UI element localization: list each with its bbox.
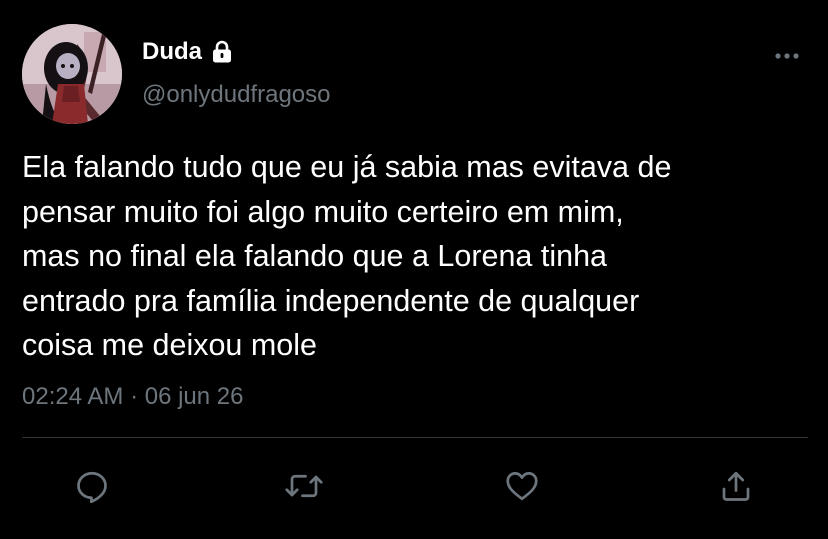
tweet-timestamp[interactable]: 02:24 AM · 06 jun 26 <box>22 382 243 412</box>
avatar-illustration <box>22 24 122 124</box>
share-button[interactable] <box>716 466 756 506</box>
tweet-text-line: coisa me deixou mole <box>22 328 317 362</box>
display-name-text[interactable]: Duda <box>142 38 202 66</box>
tweet-text-line: entrado pra família independente de qual… <box>22 283 640 318</box>
display-name[interactable]: Duda <box>142 38 234 66</box>
share-icon <box>722 471 750 501</box>
lock-icon <box>210 40 234 64</box>
user-handle[interactable]: @onlydudfragoso <box>142 80 330 110</box>
more-options-button[interactable] <box>770 44 804 68</box>
like-button[interactable] <box>502 466 542 506</box>
avatar[interactable] <box>22 24 122 124</box>
reply-button[interactable] <box>72 466 112 506</box>
heart-icon <box>506 472 538 501</box>
retweet-icon <box>285 474 323 498</box>
reply-icon <box>77 471 107 504</box>
more-horizontal-icon <box>775 53 799 59</box>
retweet-button[interactable] <box>284 466 324 506</box>
tweet-text: Ela falando tudo que eu já sabia mas evi… <box>22 145 822 368</box>
divider <box>22 437 808 438</box>
tweet-text-line: Ela falando tudo que eu já sabia mas evi… <box>22 150 672 184</box>
tweet-text-line: mas no final ela falando que a Lorena ti… <box>22 239 608 273</box>
tweet-text-line: pensar muito foi algo muito certeiro em … <box>22 194 624 229</box>
